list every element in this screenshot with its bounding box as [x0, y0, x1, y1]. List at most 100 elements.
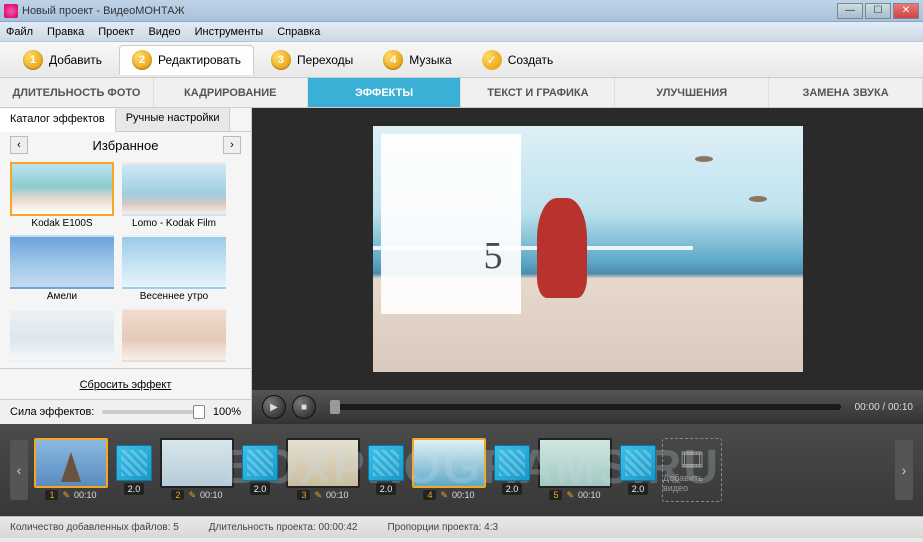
- timeline-scroll-right[interactable]: ›: [895, 440, 913, 500]
- workarea: Каталог эффектов Ручные настройки ‹ Избр…: [0, 108, 923, 424]
- effect-thumb: [10, 308, 114, 362]
- menu-tools[interactable]: Инструменты: [195, 26, 264, 38]
- menu-project[interactable]: Проект: [98, 26, 134, 38]
- strength-value: 100%: [213, 406, 241, 418]
- play-button[interactable]: ▶: [262, 395, 286, 419]
- pencil-icon[interactable]: ✎: [188, 490, 196, 501]
- clip-duration: 00:10: [200, 490, 223, 500]
- clip-thumb: [412, 438, 486, 488]
- prev-category-button[interactable]: ‹: [10, 136, 28, 154]
- step-music[interactable]: 4Музыка: [370, 45, 464, 75]
- bird-icon: [749, 196, 767, 202]
- menubar: Файл Правка Проект Видео Инструменты Спр…: [0, 22, 923, 42]
- timeline-scroll-left[interactable]: ‹: [10, 440, 28, 500]
- maximize-button[interactable]: ☐: [865, 3, 891, 19]
- menu-edit[interactable]: Правка: [47, 26, 84, 38]
- add-video-button[interactable]: 🎞 Добавить видео: [662, 438, 722, 502]
- effect-item[interactable]: [122, 308, 226, 368]
- clip-item[interactable]: 2 ✎ 00:10: [158, 438, 236, 503]
- strength-slider[interactable]: [102, 410, 204, 414]
- transition-item[interactable]: 2.0: [366, 445, 406, 495]
- status-length: Длительность проекта: 00:00:42: [209, 522, 358, 533]
- app-icon: [4, 4, 18, 18]
- transition-icon: [368, 445, 404, 481]
- menu-video[interactable]: Видео: [148, 26, 180, 38]
- effect-item[interactable]: Lomo - Kodak Film: [122, 162, 226, 233]
- transition-duration: 2.0: [376, 483, 397, 495]
- step-create[interactable]: ✓Создать: [469, 45, 567, 75]
- clip-index: 4: [423, 490, 436, 500]
- clip-index: 5: [549, 490, 562, 500]
- status-count: Количество добавленных файлов: 5: [10, 522, 179, 533]
- transition-icon: [116, 445, 152, 481]
- menu-help[interactable]: Справка: [277, 26, 320, 38]
- effect-item[interactable]: [10, 308, 114, 368]
- clip-thumb: [538, 438, 612, 488]
- statusbar: Количество добавленных файлов: 5 Длитель…: [0, 516, 923, 538]
- effect-label: Lomo - Kodak Film: [122, 216, 226, 233]
- clip-item[interactable]: 5 ✎ 00:10: [536, 438, 614, 503]
- menu-file[interactable]: Файл: [6, 26, 33, 38]
- bird-icon: [695, 156, 713, 162]
- transition-item[interactable]: 2.0: [240, 445, 280, 495]
- player-controls: ▶ ■ 00:00 / 00:10: [252, 390, 923, 424]
- transition-duration: 2.0: [250, 483, 271, 495]
- clip-index: 2: [171, 490, 184, 500]
- step-edit-label: Редактировать: [158, 53, 241, 67]
- subtab-effects[interactable]: ЭФФЕКТЫ: [308, 78, 462, 107]
- clip-item[interactable]: 1✎00:10: [32, 438, 110, 503]
- preview-panel: ▶ ■ 00:00 / 00:10: [252, 108, 923, 424]
- pencil-icon[interactable]: ✎: [62, 490, 70, 501]
- next-category-button[interactable]: ›: [223, 136, 241, 154]
- effect-item[interactable]: Весеннее утро: [122, 235, 226, 306]
- transition-item[interactable]: 2.0: [114, 445, 154, 495]
- subtab-crop[interactable]: КАДРИРОВАНИЕ: [154, 78, 308, 107]
- clip-duration: 00:10: [578, 490, 601, 500]
- step-edit[interactable]: 2Редактировать: [119, 45, 254, 75]
- effect-thumb: [10, 235, 114, 289]
- effect-item[interactable]: Амели: [10, 235, 114, 306]
- effect-thumb: [10, 162, 114, 216]
- step-transitions[interactable]: 3Переходы: [258, 45, 366, 75]
- reset-effect-link[interactable]: Сбросить эффект: [80, 379, 172, 391]
- strength-label: Сила эффектов:: [10, 406, 94, 418]
- effects-sidebar: Каталог эффектов Ручные настройки ‹ Избр…: [0, 108, 252, 424]
- clip-duration: 00:10: [326, 490, 349, 500]
- subtab-text[interactable]: ТЕКСТ И ГРАФИКА: [461, 78, 615, 107]
- wizard-steps: 1Добавить 2Редактировать 3Переходы 4Музы…: [0, 42, 923, 78]
- transition-item[interactable]: 2.0: [492, 445, 532, 495]
- edit-subtabs: ДЛИТЕЛЬНОСТЬ ФОТО КАДРИРОВАНИЕ ЭФФЕКТЫ Т…: [0, 78, 923, 108]
- step-add[interactable]: 1Добавить: [10, 45, 115, 75]
- close-button[interactable]: ✕: [893, 3, 919, 19]
- minimize-button[interactable]: —: [837, 3, 863, 19]
- effect-label: Весеннее утро: [122, 289, 226, 306]
- pencil-icon[interactable]: ✎: [566, 490, 574, 501]
- clip-item[interactable]: 3 ✎ 00:10: [284, 438, 362, 503]
- tab-manual[interactable]: Ручные настройки: [116, 108, 231, 131]
- effect-item[interactable]: Kodak E100S: [10, 162, 114, 233]
- filmstrip-icon: 🎞: [678, 447, 706, 473]
- person-graphic: [537, 198, 587, 298]
- subtab-audio[interactable]: ЗАМЕНА ЗВУКА: [769, 78, 923, 107]
- tab-catalog[interactable]: Каталог эффектов: [0, 109, 116, 132]
- slider-knob[interactable]: [193, 405, 205, 419]
- subtab-duration[interactable]: ДЛИТЕЛЬНОСТЬ ФОТО: [0, 78, 154, 107]
- rail-graphic: [373, 246, 693, 250]
- subtab-enhance[interactable]: УЛУЧШЕНИЯ: [615, 78, 769, 107]
- seek-knob[interactable]: [330, 400, 340, 414]
- pencil-icon[interactable]: ✎: [440, 490, 448, 501]
- timecode: 00:00 / 00:10: [855, 402, 913, 413]
- clip-index: 3: [297, 490, 310, 500]
- clip-duration: 00:10: [74, 490, 97, 500]
- titlebar: Новый проект - ВидеоМОНТАЖ — ☐ ✕: [0, 0, 923, 22]
- transition-item[interactable]: 2.0: [618, 445, 658, 495]
- step-num-icon: 4: [383, 50, 403, 70]
- effects-grid: Kodak E100S Lomo - Kodak Film Амели Весе…: [0, 158, 251, 368]
- effect-thumb: [122, 162, 226, 216]
- stop-button[interactable]: ■: [292, 395, 316, 419]
- sidebar-mode-tabs: Каталог эффектов Ручные настройки: [0, 108, 251, 132]
- clip-item[interactable]: 4✎00:10: [410, 438, 488, 503]
- clip-thumb: [286, 438, 360, 488]
- seek-track[interactable]: [330, 404, 841, 410]
- pencil-icon[interactable]: ✎: [314, 490, 322, 501]
